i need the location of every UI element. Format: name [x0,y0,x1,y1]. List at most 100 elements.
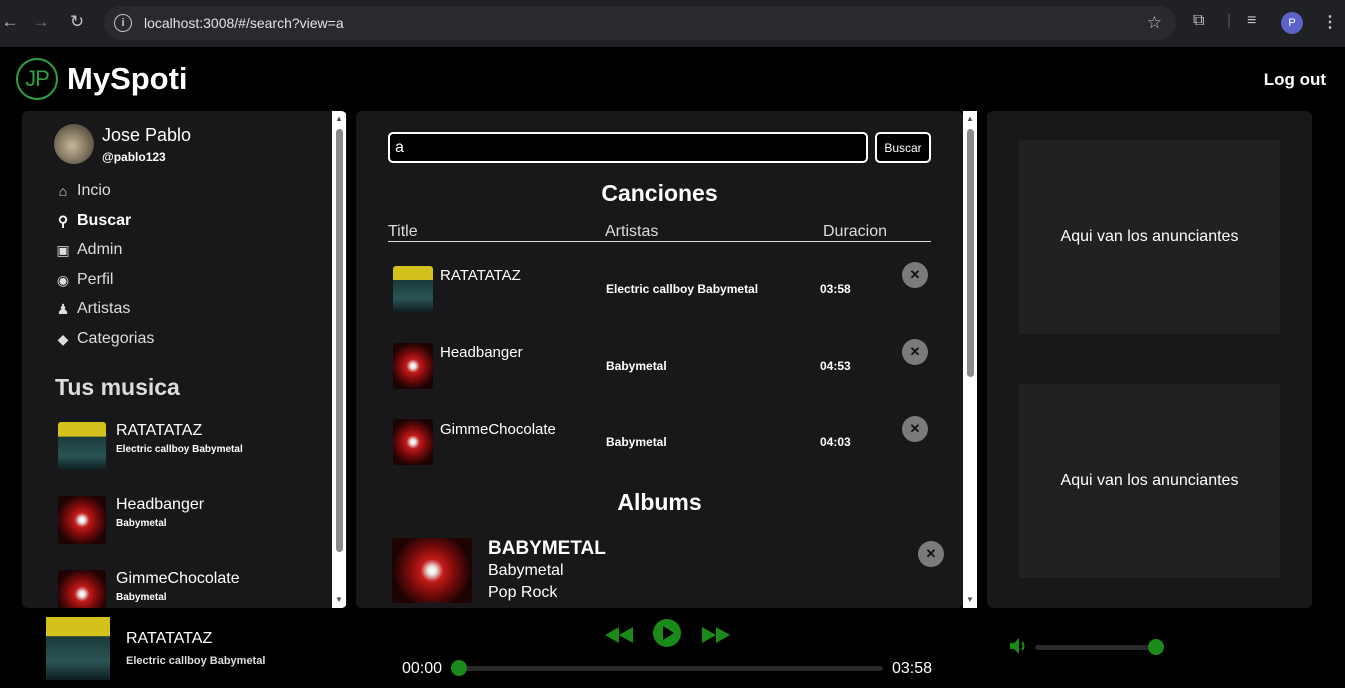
sidebar-song-item[interactable]: RATATATAZ Electric callboy Babymetal [58,422,243,470]
album-artist: Babymetal [488,562,564,579]
albums-heading: Albums [617,489,702,515]
users-icon: ♟ [56,300,70,317]
sidebar-song-item[interactable]: GimmeChocolate Babymetal [58,570,240,608]
nav-label: Categorias [77,330,155,347]
ad-slot: Aqui van los anunciantes [1019,140,1280,334]
song-cover [393,343,433,389]
forward-icon[interactable]: → [31,12,51,32]
play-icon[interactable] [653,619,681,647]
song-title: GimmeChocolate [116,570,240,587]
site-info-icon[interactable]: i [114,14,132,32]
remove-song-button[interactable]: ✕ [902,262,928,288]
volume-icon[interactable] [1009,637,1029,655]
ads-panel: Aqui van los anunciantes Aqui van los an… [987,111,1312,608]
user-avatar [54,124,94,164]
search-input[interactable]: a [388,132,868,163]
remove-album-button[interactable]: ✕ [918,541,944,567]
profile-avatar[interactable]: P [1281,12,1303,34]
nav-item-buscar[interactable]: ⚲ Buscar [55,212,131,230]
remove-song-button[interactable]: ✕ [902,416,928,442]
user-handle: @pablo123 [102,150,166,164]
your-music-heading: Tus musica [55,374,180,400]
song-duration: 04:53 [820,359,851,373]
reload-icon[interactable]: ↻ [67,12,87,32]
song-cover [393,419,433,465]
album-genres: Pop Rock [488,584,558,601]
bookmark-star-icon[interactable]: ☆ [1147,13,1162,33]
nav-item-categorias[interactable]: ◆ Categorias [55,330,155,348]
song-title: RATATATAZ [116,422,203,439]
scroll-down-icon[interactable]: ▼ [335,595,343,604]
column-header-title: Title [388,223,418,240]
song-artists: Babymetal [606,359,667,373]
song-cover [393,266,433,312]
extensions-icon[interactable]: ⧉ [1193,12,1204,30]
brand-title: MySpoti [67,61,188,96]
column-header-artists: Artistas [605,223,659,240]
nav-label: Perfil [77,271,114,288]
album-cover[interactable] [392,538,472,603]
column-header-duration: Duracion [823,223,888,240]
nav-label: Artistas [77,300,131,317]
browser-menu-icon[interactable]: ⋮ [1322,12,1338,32]
search-icon: ⚲ [57,212,69,229]
tag-icon: ◆ [57,330,69,347]
back-icon[interactable]: ← [0,12,20,32]
song-artists: Babymetal [116,592,167,603]
now-playing-title: RATATATAZ [126,630,213,647]
briefcase-icon: ▣ [56,241,70,258]
song-duration: 03:58 [820,282,851,296]
album-title[interactable]: BABYMETAL [488,538,606,560]
progress-slider-knob[interactable] [451,660,467,676]
nav-item-admin[interactable]: ▣ Admin [55,241,122,259]
sidebar: Jose Pablo @pablo123 ⌂ Incio ⚲ Buscar ▣ … [22,111,347,608]
now-playing-cover [46,617,110,680]
nav-label: Incio [77,182,111,199]
fast-forward-icon[interactable] [701,625,731,645]
song-artists: Electric callboy Babymetal [116,444,243,455]
search-panel: a Buscar Canciones Title Artistas Duraci… [356,111,977,608]
nav-label: Admin [77,241,123,258]
now-playing-artists: Electric callboy Babymetal [126,655,266,667]
ad-slot: Aqui van los anunciantes [1019,384,1280,578]
scroll-up-icon[interactable]: ▲ [335,114,343,123]
rewind-icon[interactable] [604,625,634,645]
song-artists: Electric callboy Babymetal [606,282,759,296]
total-time: 03:58 [892,660,933,677]
song-title[interactable]: GimmeChocolate [440,421,556,438]
close-icon: ✕ [925,546,937,561]
user-circle-icon: ◉ [56,271,70,288]
nav-item-perfil[interactable]: ◉ Perfil [55,271,114,289]
nav-item-inicio[interactable]: ⌂ Incio [55,182,111,200]
volume-track[interactable] [1035,645,1156,650]
sidebar-song-item[interactable]: Headbanger Babymetal [58,496,204,544]
browser-toolbar: ← → ↻ i localhost:3008/#/search?view=a ☆… [0,0,1345,47]
current-time: 00:00 [402,660,443,677]
media-control-icon[interactable]: ≡ [1247,12,1256,30]
close-icon: ✕ [909,421,921,436]
song-cover [58,422,106,470]
logout-button[interactable]: Log out [1264,70,1326,90]
nav-label: Buscar [77,212,132,229]
close-icon: ✕ [909,267,921,282]
volume-slider-knob[interactable] [1148,639,1164,655]
header-divider [388,241,931,242]
logo[interactable]: JP [16,58,58,100]
remove-song-button[interactable]: ✕ [902,339,928,365]
song-title[interactable]: RATATATAZ [440,267,521,284]
user-name: Jose Pablo [102,125,192,145]
song-duration: 04:03 [820,435,851,449]
song-cover [58,570,106,608]
song-artists: Babymetal [116,518,167,529]
nav-item-artistas[interactable]: ♟ Artistas [55,300,131,318]
address-bar[interactable]: i localhost:3008/#/search?view=a ☆ [104,6,1176,40]
app-header: JP MySpoti Log out [0,47,1345,111]
scrollbar-thumb[interactable] [336,129,343,552]
search-button[interactable]: Buscar [875,132,931,163]
sidebar-scrollbar[interactable]: ▲ ▼ [332,111,346,608]
progress-track[interactable] [458,666,883,671]
player-bar: RATATATAZ Electric callboy Babymetal 00:… [0,608,1345,688]
home-icon: ⌂ [58,183,68,199]
songs-heading: Canciones [601,180,718,206]
song-title[interactable]: Headbanger [440,344,523,361]
